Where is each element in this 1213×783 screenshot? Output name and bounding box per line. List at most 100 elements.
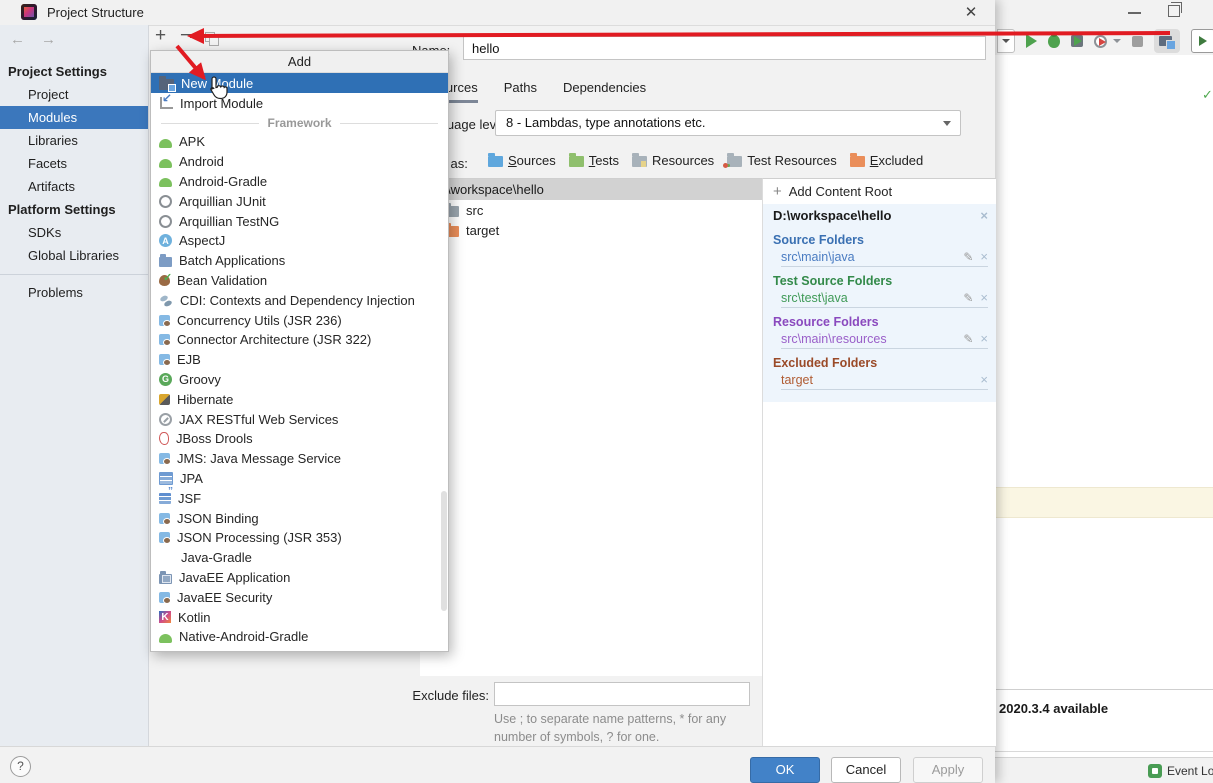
folder-path-row[interactable]: src\main\java ✎ × [781, 249, 988, 267]
apply-button[interactable]: Apply [913, 757, 983, 783]
copy-module-icon[interactable] [205, 32, 219, 46]
sidebar-item-project[interactable]: Project [0, 83, 148, 106]
popup-scrollbar[interactable] [441, 491, 447, 611]
ok-button[interactable]: OK [750, 757, 820, 783]
framework-item[interactable]: JSON Processing (JSR 353) [151, 528, 448, 548]
framework-item[interactable]: JMS: Java Message Service [151, 449, 448, 469]
close-icon[interactable] [960, 2, 982, 24]
add-module-button[interactable]: + [155, 25, 166, 47]
debug-icon[interactable] [1048, 32, 1060, 48]
minimize-icon[interactable] [1128, 12, 1141, 14]
tree-row[interactable]: target [420, 220, 762, 240]
framework-item[interactable]: JavaEE Application [151, 568, 448, 588]
framework-item[interactable]: CDI: Contexts and Dependency Injection [151, 290, 448, 310]
framework-item[interactable]: Native-Android-Gradle [151, 627, 448, 647]
mark-as-badge[interactable]: Tests [568, 153, 619, 168]
folder-section-title: Resource Folders [773, 315, 879, 329]
folder-section-title: Test Source Folders [773, 274, 893, 288]
tree-row[interactable]: src [420, 200, 762, 220]
language-level-select[interactable]: 8 - Lambdas, type annotations etc. [495, 110, 961, 136]
history-nav: ← → [10, 31, 56, 48]
event-log-icon[interactable] [1148, 764, 1162, 778]
remove-folder-icon[interactable]: × [980, 331, 988, 346]
framework-separator: Framework [151, 113, 448, 133]
content-root-row[interactable]: D:\workspace\hello × [763, 204, 996, 226]
framework-item[interactable]: JavaEE Security [151, 587, 448, 607]
remove-module-button[interactable]: − [180, 25, 191, 47]
menu-item-new-module[interactable]: New Module [151, 73, 448, 93]
framework-item[interactable]: EJB [151, 350, 448, 370]
mark-as-badge[interactable]: Resources [632, 153, 714, 168]
sidebar-item-global-libraries[interactable]: Global Libraries [0, 244, 148, 267]
mark-as-badge[interactable]: Test Resources [723, 153, 837, 168]
edit-icon[interactable]: ✎ [963, 291, 973, 305]
framework-item[interactable]: AspectJ [151, 231, 448, 251]
tab-paths[interactable]: Paths [504, 80, 537, 100]
framework-item[interactable]: Groovy [151, 370, 448, 390]
framework-item[interactable]: Batch Applications [151, 251, 448, 271]
back-icon[interactable]: ← [10, 31, 25, 48]
cancel-button[interactable]: Cancel [831, 757, 901, 783]
sidebar-item-libraries[interactable]: Libraries [0, 129, 148, 152]
toolbar-caret-icon[interactable] [1113, 39, 1121, 43]
tab-dependencies[interactable]: Dependencies [563, 80, 646, 100]
menu-item-import-module[interactable]: Import Module [151, 91, 448, 113]
folder-path-row[interactable]: target ✎ × [781, 372, 988, 390]
sidebar-item-artifacts[interactable]: Artifacts [0, 175, 148, 198]
sidebar-group-project-settings[interactable]: Project Settings [0, 60, 148, 83]
framework-item[interactable]: Android [151, 152, 448, 172]
edit-icon[interactable]: ✎ [963, 250, 973, 264]
folder-path-row[interactable]: src\test\java ✎ × [781, 290, 988, 308]
intellij-logo-icon [21, 4, 37, 20]
tree-root-row[interactable]: D:\workspace\hello [420, 179, 762, 200]
exclude-files-input[interactable] [494, 682, 750, 706]
framework-item[interactable]: Kotlin [151, 607, 448, 627]
framework-item[interactable]: Arquillian TestNG [151, 211, 448, 231]
framework-item[interactable]: Java-Gradle [151, 548, 448, 568]
forward-icon[interactable]: → [41, 31, 56, 48]
profiler-icon[interactable] [1094, 34, 1107, 48]
framework-item[interactable]: Connector Architecture (JSR 322) [151, 330, 448, 350]
project-structure-icon[interactable] [1154, 29, 1180, 53]
framework-list: APK Android Android-Gradle Arquillian JU… [151, 132, 448, 651]
coverage-icon[interactable] [1071, 35, 1083, 47]
remove-folder-icon[interactable]: × [980, 290, 988, 305]
framework-item[interactable]: Spring [151, 647, 448, 651]
framework-item[interactable]: Concurrency Utils (JSR 236) [151, 310, 448, 330]
framework-item[interactable]: APK [151, 132, 448, 152]
mark-as-badge[interactable]: Sources [488, 153, 556, 168]
framework-item[interactable]: JPA [151, 469, 448, 489]
sidebar-item-problems[interactable]: Problems [0, 281, 148, 304]
folder-path-row[interactable]: src\main\resources ✎ × [781, 331, 988, 349]
run-window-icon[interactable] [1191, 29, 1213, 53]
framework-item[interactable]: JAX RESTful Web Services [151, 409, 448, 429]
framework-item[interactable]: JSF [151, 486, 448, 508]
help-button[interactable]: ? [10, 756, 31, 777]
stop-icon[interactable] [1132, 35, 1143, 47]
javaee-app-icon [159, 570, 172, 584]
remove-folder-icon[interactable]: × [980, 249, 988, 264]
add-content-root-button[interactable]: + Add Content Root [763, 179, 996, 204]
update-notification-text[interactable]: 2020.3.4 available [999, 701, 1108, 716]
folder-section: Test Source Folders src\test\java ✎ × [763, 274, 996, 308]
framework-item[interactable]: JBoss Drools [151, 429, 448, 449]
sidebar-separator[interactable] [0, 267, 148, 281]
maximize-icon[interactable] [1168, 2, 1182, 17]
edit-icon[interactable]: ✎ [963, 332, 973, 346]
sidebar-item-facets[interactable]: Facets [0, 152, 148, 175]
framework-item[interactable]: JSON Binding [151, 508, 448, 528]
framework-item[interactable]: Android-Gradle [151, 172, 448, 192]
framework-item[interactable]: Arquillian JUnit [151, 191, 448, 211]
module-name-input[interactable] [463, 36, 986, 60]
sidebar-group-platform-settings[interactable]: Platform Settings [0, 198, 148, 221]
event-log-label[interactable]: Event Log [1167, 764, 1213, 778]
sidebar-item-modules[interactable]: Modules [0, 106, 148, 129]
run-config-dropdown-icon[interactable] [997, 29, 1015, 53]
framework-item[interactable]: Bean Validation [151, 271, 448, 291]
remove-content-root-icon[interactable]: × [980, 208, 988, 223]
mark-as-badge[interactable]: Excluded [849, 153, 923, 168]
sidebar-item-sdks[interactable]: SDKs [0, 221, 148, 244]
run-icon[interactable] [1026, 34, 1037, 48]
remove-folder-icon[interactable]: × [980, 372, 988, 387]
framework-item[interactable]: Hibernate [151, 389, 448, 409]
